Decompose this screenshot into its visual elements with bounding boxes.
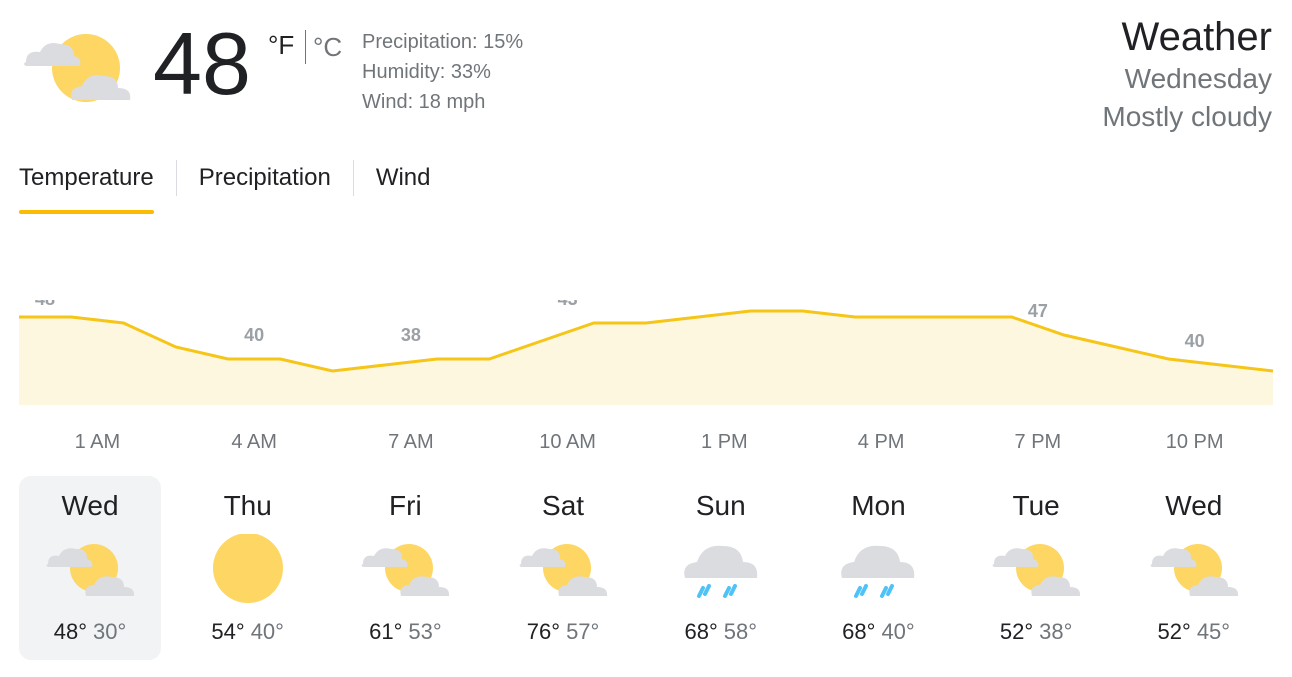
chart-x-tick: 4 PM [858,431,905,453]
title-block: Weather Wednesday Mostly cloudy [1102,14,1272,136]
forecast-temps: 68° 58° [650,619,792,645]
forecast-high: 76° [526,619,561,644]
chart-x-tick: 4 AM [231,431,277,453]
partly-cloudy-icon [992,544,1081,596]
forecast-day-name: Wed [1165,490,1223,521]
chart-value-label: 43 [558,300,578,309]
forecast-temps: 61° 53° [334,619,476,645]
partly-cloudy-icon [24,34,131,102]
forecast-temps: 48° 30° [19,619,161,645]
chart-x-tick: 7 PM [1015,431,1062,453]
rain-icon [841,545,915,598]
forecast-high: 68° [842,619,876,644]
forecast-temps: 52° 45° [1123,619,1265,645]
forecast-high: 61° [369,619,403,644]
forecast-temps: 54° 40° [177,619,319,645]
forecast-low: 58° [723,619,758,644]
partly-cloudy-icon [46,544,135,596]
chart-x-tick: 1 AM [75,431,121,453]
forecast-day[interactable]: Sun 68° 58° [650,476,792,660]
forecast-high: 48° [53,619,87,644]
forecast-day[interactable]: Thu 54° 40° [177,476,319,660]
partly-cloudy-icon [519,544,608,596]
chart-tabs: Temperature Precipitation Wind [19,158,431,214]
current-condition: Mostly cloudy [1102,101,1272,132]
chart-x-tick: 7 AM [388,431,434,453]
weather-title: Weather [1121,15,1272,59]
forecast-high: 54° [211,619,245,644]
rain-icon [683,545,757,598]
forecast-low: 40° [881,619,915,644]
forecast-day-name: Thu [223,490,272,521]
current-temperature: 48 [153,14,251,113]
forecast-day-name: Mon [851,490,906,521]
forecast-day[interactable]: Mon 68° 40° [807,476,949,660]
chart-value-label: 38 [401,325,421,345]
forecast-low: 57° [566,619,600,644]
tab-temperature[interactable]: Temperature [19,158,154,214]
forecast-day-name: Sat [542,490,585,521]
forecast-low: 40° [250,619,284,644]
forecast-day-name: Fri [389,490,422,521]
forecast-low: 30° [93,619,127,644]
unit-fahrenheit[interactable]: °F [268,30,294,61]
forecast-high: 52° [999,619,1034,644]
current-day: Wednesday [1124,63,1272,94]
unit-celsius-button[interactable]: °C [313,32,342,63]
forecast-low: 38° [1039,619,1073,644]
unit-divider [305,30,306,64]
chart-value-label: 47 [871,300,891,303]
tab-wind[interactable]: Wind [376,158,431,208]
chart-area [19,311,1273,405]
chart-value-label: 40 [244,325,264,345]
forecast-low: 45° [1196,619,1231,644]
forecast-day[interactable]: Fri 61° 53° [334,476,476,660]
tab-divider [352,160,354,196]
forecast-day[interactable]: Sat 76° 57° [492,476,634,660]
forecast-day[interactable]: Wed 52° 45° [1123,476,1265,660]
current-details: Precipitation: 15% Humidity: 33% Wind: 1… [362,27,523,117]
tab-divider [175,160,177,196]
temperature-chart: 481 AM404 AM387 AM4310 AM471 PM474 PM477… [19,300,1274,453]
tab-precipitation[interactable]: Precipitation [199,158,331,208]
chart-value-label: 40 [1185,331,1205,351]
sunny-icon [212,534,283,603]
chart-x-tick: 1 PM [701,431,748,453]
humidity-text: Humidity: 33% [362,61,491,83]
forecast-temps: 68° 40° [807,619,949,645]
forecast-day-name: Sun [695,490,746,521]
chart-value-label: 48 [35,300,55,309]
forecast-high: 52° [1157,619,1191,644]
chart-x-tick: 10 PM [1166,431,1224,453]
chart-x-tick: 10 AM [539,431,596,453]
chart-value-label: 47 [1028,301,1048,321]
forecast-day[interactable]: Tue 52° 38° [965,476,1107,660]
precipitation-text: Precipitation: 15% [362,31,524,53]
forecast-day-name: Wed [61,490,119,521]
forecast-temps: 52° 38° [965,619,1107,645]
daily-forecast: Wed 48° 30° Thu 54° 40° Fri 61° 53° Sat 76° 57° Sun 6… [19,476,1273,660]
partly-cloudy-icon [1150,544,1238,596]
forecast-high: 68° [684,619,718,644]
forecast-day-name: Tue [1012,490,1060,521]
partly-cloudy-icon [361,544,450,596]
forecast-day[interactable]: Wed 48° 30° [19,476,161,660]
forecast-temps: 76° 57° [492,619,634,645]
wind-text: Wind: 18 mph [362,91,486,113]
forecast-low: 53° [408,619,442,644]
